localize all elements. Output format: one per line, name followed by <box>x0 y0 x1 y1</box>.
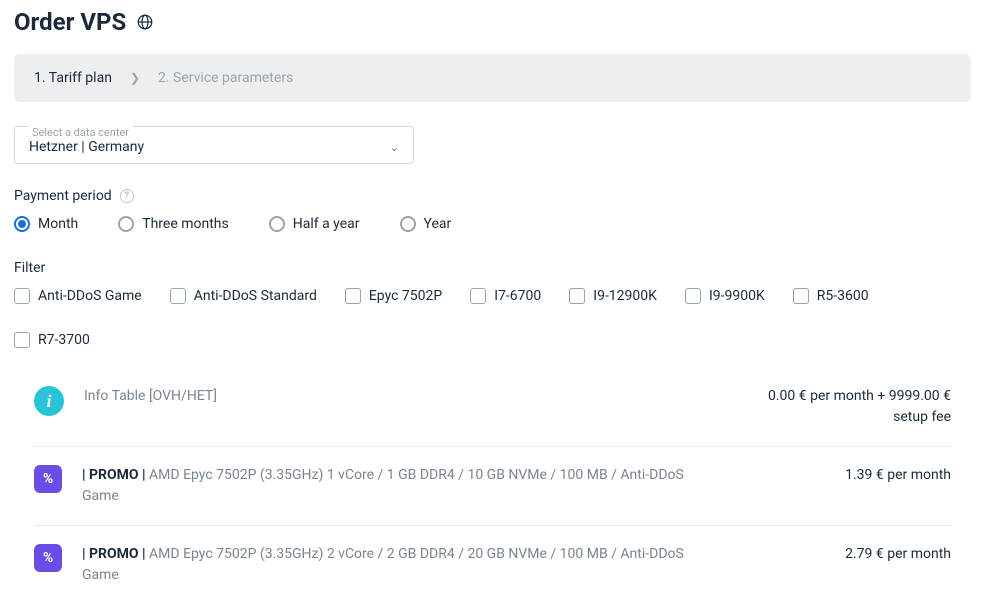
radio-checked-icon <box>18 220 26 228</box>
filter-group: Anti-DDoS Game Anti-DDoS Standard Epyc 7… <box>14 288 971 348</box>
filter-anti-ddos-game[interactable]: Anti-DDoS Game <box>14 288 142 304</box>
percent-icon: % <box>34 544 62 572</box>
breadcrumb: 1. Tariff plan ❯ 2. Service parameters <box>14 54 971 102</box>
payment-option-label: Year <box>424 216 452 232</box>
filter-i9-9900k[interactable]: I9-9900K <box>685 288 765 304</box>
datacenter-label: Select a data center <box>28 126 133 139</box>
percent-icon: % <box>34 465 62 493</box>
help-icon[interactable]: ? <box>120 189 134 203</box>
filter-option-label: Epyc 7502P <box>369 288 442 304</box>
payment-option-three-months[interactable]: Three months <box>118 216 229 232</box>
plan-row[interactable]: i Info Table [OVH/HET] 0.00 € per month … <box>34 378 951 447</box>
filter-r5-3600[interactable]: R5-3600 <box>793 288 869 304</box>
filter-anti-ddos-standard[interactable]: Anti-DDoS Standard <box>170 288 317 304</box>
payment-option-label: Three months <box>142 216 229 232</box>
plan-row[interactable]: % | PROMO | AMD Epyc 7502P (3.35GHz) 1 v… <box>34 447 951 526</box>
plan-list: i Info Table [OVH/HET] 0.00 € per month … <box>14 378 971 604</box>
payment-option-label: Month <box>38 216 78 232</box>
checkbox-icon <box>345 288 361 304</box>
radio-unchecked-icon <box>269 216 285 232</box>
breadcrumb-step-2: 2. Service parameters <box>158 70 293 86</box>
radio-unchecked-icon <box>400 216 416 232</box>
checkbox-icon <box>793 288 809 304</box>
info-icon: i <box>34 386 64 416</box>
payment-option-year[interactable]: Year <box>400 216 452 232</box>
filter-option-label: I9-12900K <box>593 288 657 304</box>
filter-i7-6700[interactable]: I7-6700 <box>470 288 541 304</box>
filter-option-label: I9-9900K <box>709 288 765 304</box>
filter-epyc-7502p[interactable]: Epyc 7502P <box>345 288 442 304</box>
plan-row[interactable]: % | PROMO | AMD Epyc 7502P (3.35GHz) 2 v… <box>34 526 951 604</box>
payment-option-label: Half a year <box>293 216 360 232</box>
filter-option-label: Anti-DDoS Game <box>38 288 142 304</box>
page-title: Order VPS <box>14 8 126 36</box>
chevron-down-icon: ⌄ <box>390 141 399 154</box>
checkbox-icon <box>470 288 486 304</box>
payment-option-half-year[interactable]: Half a year <box>269 216 360 232</box>
payment-option-month[interactable]: Month <box>14 216 78 232</box>
datacenter-value: Hetzner | Germany <box>29 139 144 155</box>
breadcrumb-step-1[interactable]: 1. Tariff plan <box>34 70 112 86</box>
globe-icon <box>136 13 154 31</box>
filter-r7-3700[interactable]: R7-3700 <box>14 332 90 348</box>
radio-unchecked-icon <box>118 216 134 232</box>
payment-period-group: Month Three months Half a year Year <box>14 216 971 232</box>
checkbox-icon <box>569 288 585 304</box>
payment-period-label: Payment period <box>14 188 112 204</box>
plan-price: 1.39 € per month <box>845 465 951 486</box>
checkbox-icon <box>170 288 186 304</box>
datacenter-select[interactable]: Select a data center Hetzner | Germany ⌄ <box>14 126 414 164</box>
filter-option-label: I7-6700 <box>494 288 541 304</box>
checkbox-icon <box>14 288 30 304</box>
plan-price: 2.79 € per month <box>845 544 951 565</box>
filter-label: Filter <box>14 260 45 276</box>
filter-i9-12900k[interactable]: I9-12900K <box>569 288 657 304</box>
checkbox-icon <box>685 288 701 304</box>
filter-option-label: R5-3600 <box>817 288 869 304</box>
chevron-right-icon: ❯ <box>130 71 140 85</box>
checkbox-icon <box>14 332 30 348</box>
plan-description: | PROMO | AMD Epyc 7502P (3.35GHz) 1 vCo… <box>82 465 722 507</box>
plan-description: Info Table [OVH/HET] <box>84 386 711 407</box>
plan-description: | PROMO | AMD Epyc 7502P (3.35GHz) 2 vCo… <box>82 544 722 586</box>
filter-option-label: Anti-DDoS Standard <box>194 288 317 304</box>
filter-option-label: R7-3700 <box>38 332 90 348</box>
plan-price: 0.00 € per month + 9999.00 € setup fee <box>731 386 951 428</box>
